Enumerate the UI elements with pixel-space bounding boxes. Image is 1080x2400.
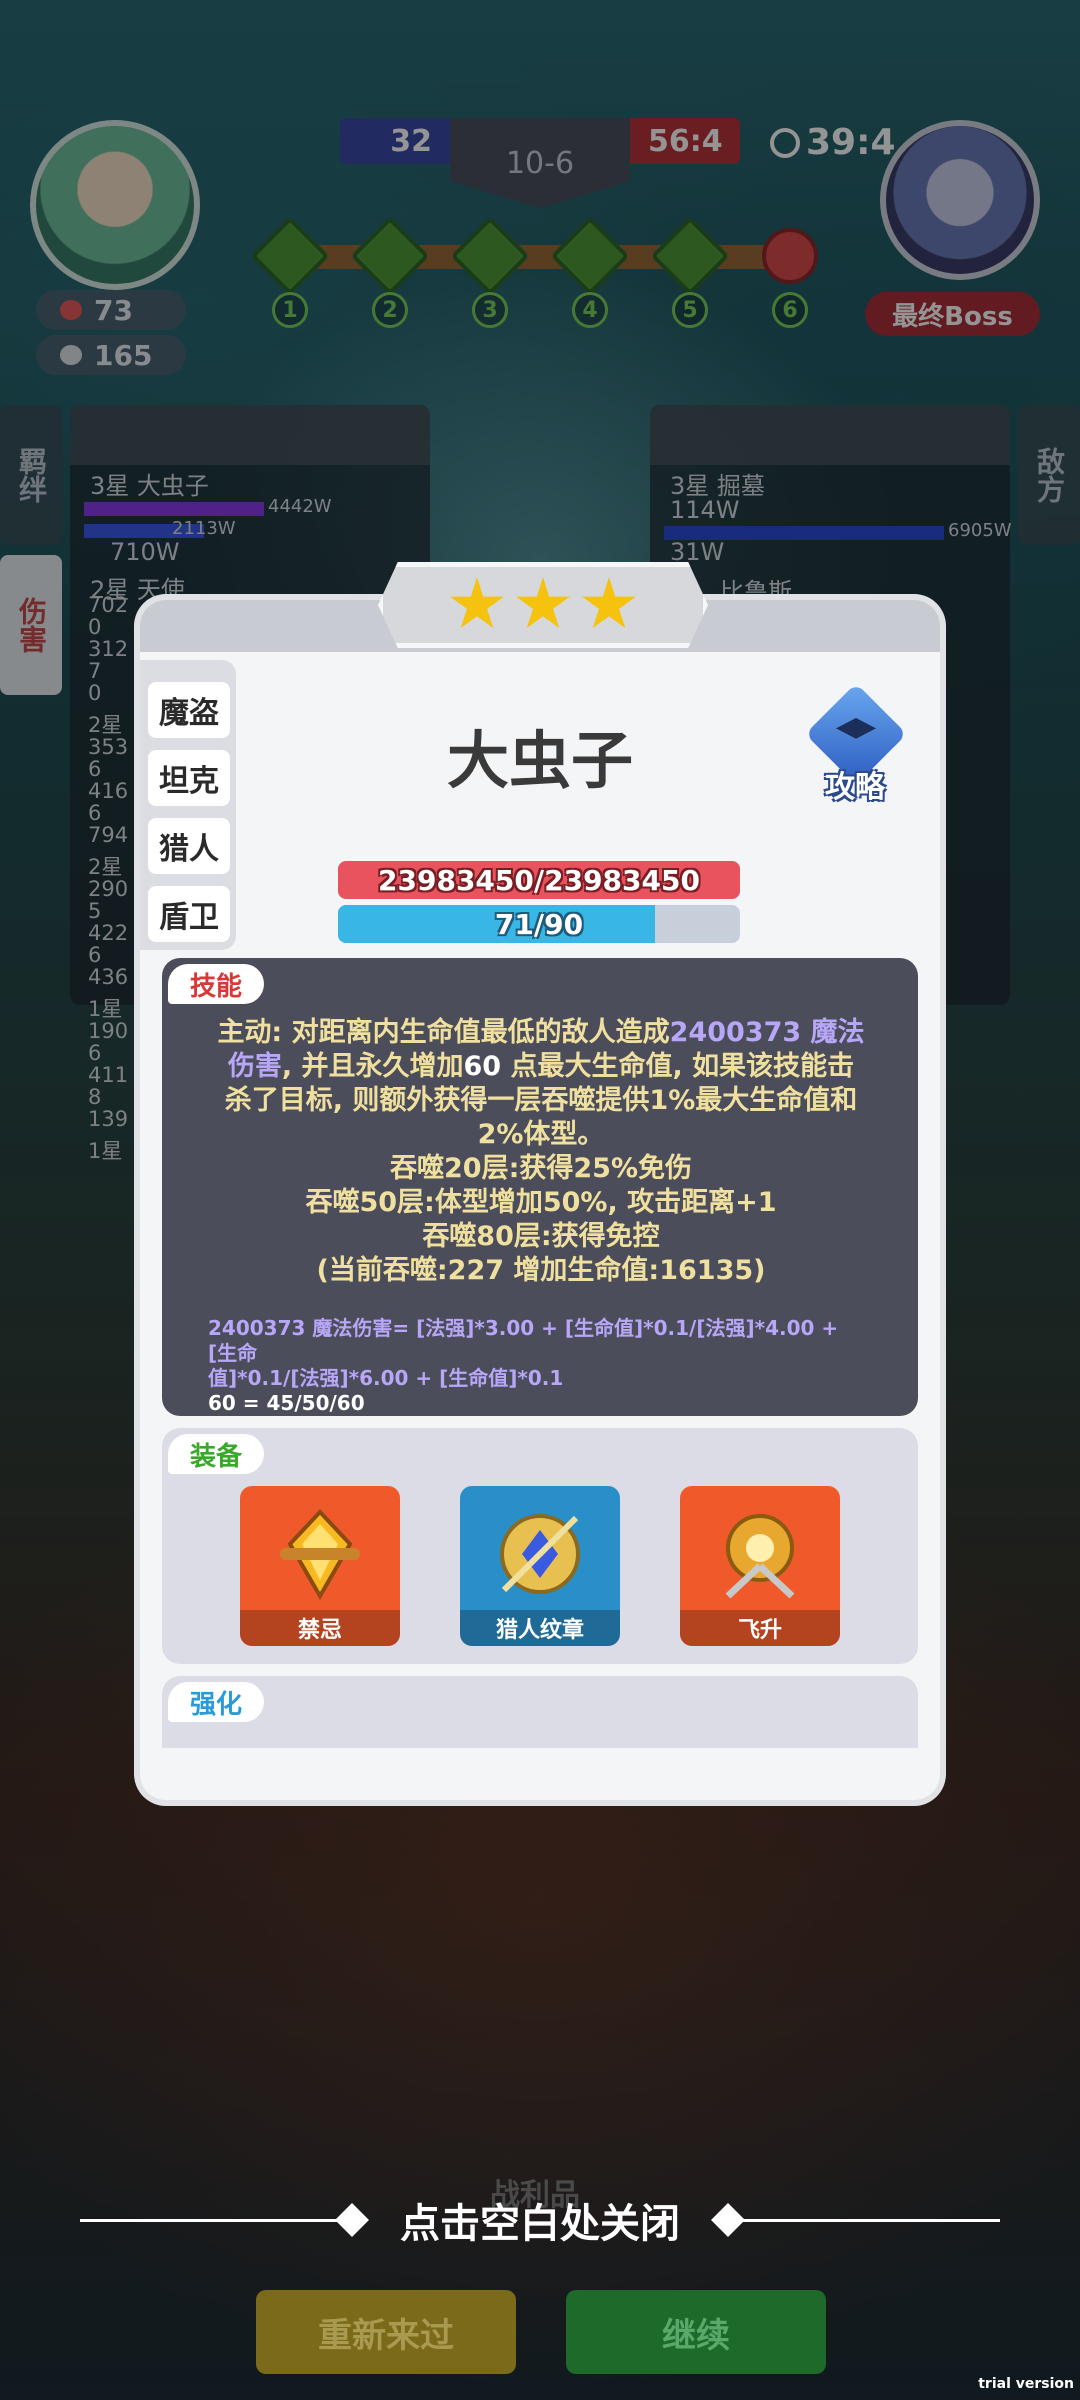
equip-item-forbidden[interactable]: 禁忌 (240, 1486, 400, 1646)
hero-hp-bar: 23983450/23983450 (338, 861, 740, 899)
guide-label: 攻略 (825, 770, 885, 805)
skill-section: 技能 主动: 对距离内生命值最低的敌人造成2400373 魔法 伤害, 并且永久… (162, 958, 918, 1416)
watermark: trial version (978, 2376, 1074, 2392)
skill-line: 吞噬50层:体型增加50%, 攻击距离+1 (305, 1187, 777, 1218)
skill-text: 点最大生命值, 如果该技能击 (501, 1051, 855, 1082)
class-tag-tank[interactable]: 坦克 (148, 750, 230, 806)
skill-line: 吞噬80层:获得免控 (422, 1221, 660, 1252)
hero-name: 大虫子 (446, 724, 633, 797)
star-icon (450, 577, 504, 628)
equip-name: 飞升 (680, 1610, 840, 1646)
equip-name: 禁忌 (240, 1610, 400, 1646)
enhance-section: 强化 (162, 1676, 918, 1748)
class-tag-rogue[interactable]: 魔盗 (148, 682, 230, 738)
hero-hp-text: 23983450/23983450 (378, 863, 700, 897)
hunter-emblem-icon (500, 1514, 580, 1594)
hero-detail-modal: 魔盗 坦克 猎人 盾卫 大虫子 攻略 23983450/23983450 71/… (140, 562, 940, 1800)
skill-line: 2%体型。 (477, 1119, 605, 1150)
forbidden-crystal-icon (280, 1509, 360, 1601)
formula-line: 60 = 45/50/60 (208, 1391, 868, 1416)
equip-item-hunter-emblem[interactable]: 猎人纹章 (460, 1486, 620, 1646)
equipment-tag: 装备 (168, 1434, 265, 1474)
continue-label: 继续 (662, 2315, 730, 2356)
continue-button[interactable]: 继续 (566, 2290, 826, 2374)
skill-formula: 2400373 魔法伤害= [法强]*3.00 + [生命值]*0.1/[法强]… (208, 1316, 868, 1416)
formula-text: 60 = 45/50/ (208, 1391, 337, 1415)
ascension-orb-icon (725, 1514, 795, 1599)
class-tag-list: 魔盗 坦克 猎人 盾卫 (140, 660, 236, 950)
retry-label: 重新来过 (318, 2315, 454, 2356)
skill-line: 杀了目标, 则额外获得一层吞噬提供1%最大生命值和 (224, 1085, 858, 1116)
hero-mana-bar: 71/90 (338, 905, 740, 943)
guide-button[interactable]: 攻略 (800, 683, 910, 805)
class-tag-hunter[interactable]: 猎人 (148, 818, 230, 874)
skill-description: 主动: 对距离内生命值最低的敌人造成2400373 魔法 伤害, 并且永久增加6… (206, 1016, 876, 1288)
star-icon (582, 577, 636, 628)
close-hint[interactable]: 点击空白处关闭 (0, 2190, 1080, 2250)
skill-line: (当前吞噬:227 增加生命值:16135) (316, 1255, 766, 1286)
retry-button[interactable]: 重新来过 (256, 2290, 516, 2374)
skill-line: 伤害, 并且永久增加60 点最大生命值, 如果该技能击 (206, 1050, 876, 1084)
skill-line: 吞噬20层:获得25%免伤 (390, 1153, 692, 1184)
skill-damage-value: 2400373 魔法 (669, 1017, 865, 1048)
star-rating (378, 562, 708, 648)
equipment-section: 装备 禁忌 猎人纹章 飞升 (162, 1428, 918, 1664)
equip-item-ascension[interactable]: 飞升 (680, 1486, 840, 1646)
hero-mana-text: 71/90 (494, 907, 584, 941)
skill-text: , 并且永久增加 (281, 1051, 464, 1082)
formula-line: 值]*0.1/[法强]*6.00 + [生命值]*0.1 (208, 1366, 564, 1390)
formula-text: 60 (336, 1391, 365, 1415)
enhance-tag: 强化 (168, 1682, 265, 1722)
star-icon (516, 577, 570, 628)
skill-text: 主动: 对距离内生命值最低的敌人造成 (217, 1017, 670, 1048)
formula-line: 2400373 魔法伤害= [法强]*3.00 + [生命值]*0.1/[法强]… (208, 1316, 839, 1365)
close-hint-text: 点击空白处关闭 (400, 2201, 680, 2247)
skill-line: 主动: 对距离内生命值最低的敌人造成2400373 魔法 (206, 1016, 876, 1050)
class-tag-guardian[interactable]: 盾卫 (148, 886, 230, 942)
skill-damage-type: 伤害 (227, 1051, 282, 1082)
skill-tag: 技能 (168, 964, 265, 1004)
skill-hp-gain: 60 (463, 1051, 502, 1082)
equip-name: 猎人纹章 (460, 1610, 620, 1646)
